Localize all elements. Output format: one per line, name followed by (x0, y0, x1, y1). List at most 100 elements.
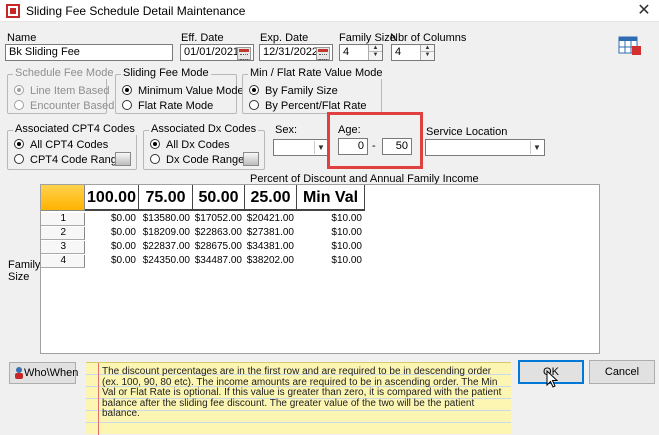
user-history-icon (15, 367, 23, 379)
table-cell[interactable]: $28675.00 (193, 241, 245, 254)
name-label: Name (7, 32, 37, 44)
radio-icon (150, 139, 160, 149)
table-cell[interactable]: $17052.00 (193, 213, 245, 226)
service-location-dropdown[interactable]: ▼ (425, 139, 545, 156)
calendar-grid-icon[interactable] (618, 34, 642, 56)
radio-line-item-based[interactable]: Line Item Based (14, 85, 110, 97)
table-cell[interactable]: $0.00 (85, 255, 139, 268)
row-header[interactable]: 2 (41, 227, 85, 240)
exp-date-input[interactable]: 12/31/2022 (259, 44, 333, 61)
row-header[interactable]: 3 (41, 241, 85, 254)
radio-by-percent-flat-rate[interactable]: By Percent/Flat Rate (249, 100, 367, 112)
table-cell[interactable]: $27381.00 (245, 227, 297, 240)
nbr-columns-stepper[interactable]: 4 ▲ ▼ (391, 44, 435, 61)
radio-cpt4-code-range[interactable]: CPT4 Code Range (14, 154, 123, 166)
radio-all-cpt4-codes[interactable]: All CPT4 Codes (14, 139, 108, 151)
exp-date-calendar-icon[interactable] (316, 47, 330, 60)
sex-dropdown[interactable]: ▼ (273, 139, 329, 156)
spin-up-icon[interactable]: ▲ (369, 45, 382, 52)
table-cell[interactable]: $34381.00 (245, 241, 297, 254)
sliding-fee-mode-title: Sliding Fee Mode (121, 67, 211, 79)
table-cell[interactable]: $10.00 (297, 213, 365, 226)
dx-codes-group: Associated Dx Codes All Dx Codes Dx Code… (143, 123, 265, 170)
radio-all-dx-codes[interactable]: All Dx Codes (150, 139, 230, 151)
who-when-button[interactable]: Who\When (9, 362, 78, 384)
row-header[interactable]: 4 (41, 255, 85, 268)
table-cell[interactable]: $10.00 (297, 227, 365, 240)
exp-date-label: Exp. Date (260, 32, 309, 44)
table-cell[interactable]: $22863.00 (193, 227, 245, 240)
table-cell[interactable]: $38202.00 (245, 255, 297, 268)
eff-date-calendar-icon[interactable] (237, 47, 251, 60)
name-input[interactable]: Bk Sliding Fee (5, 44, 173, 61)
row-header[interactable]: 1 (41, 213, 85, 226)
table-cell[interactable]: $24350.00 (139, 255, 193, 268)
radio-icon (249, 85, 259, 95)
radio-icon (14, 85, 24, 95)
spin-down-icon[interactable]: ▼ (421, 52, 434, 59)
radio-icon (122, 100, 132, 110)
title-bar: Sliding Fee Schedule Detail Maintenance … (0, 0, 659, 22)
table-cell[interactable]: $10.00 (297, 241, 365, 254)
family-size-value: 4 (343, 46, 350, 58)
cancel-button[interactable]: Cancel (589, 360, 655, 384)
family-size-spin[interactable]: ▲ ▼ (368, 45, 382, 60)
radio-by-family-size[interactable]: By Family Size (249, 85, 338, 97)
radio-minimum-value-mode[interactable]: Minimum Value Mode (122, 85, 244, 97)
eff-date-value: 01/01/2021 (184, 46, 240, 58)
grid-corner (41, 185, 85, 211)
fee-grid[interactable]: 100.00 75.00 50.00 25.00 Min Val 1 $0.00… (40, 184, 600, 354)
eff-date-label: Eff. Date (181, 32, 224, 44)
family-size-label: Family Size (339, 32, 396, 44)
schedule-fee-mode-title: Schedule Fee Mode (13, 67, 116, 79)
nbr-columns-spin[interactable]: ▲ ▼ (420, 45, 434, 60)
spin-up-icon[interactable]: ▲ (421, 45, 434, 52)
family-size-stepper[interactable]: 4 ▲ ▼ (339, 44, 383, 61)
app-icon (6, 4, 20, 18)
radio-icon (249, 100, 259, 110)
exp-date-value: 12/31/2022 (263, 46, 319, 58)
column-header[interactable]: 75.00 (139, 185, 193, 211)
table-cell[interactable]: $34487.00 (193, 255, 245, 268)
radio-dx-code-range[interactable]: Dx Code Range (150, 154, 244, 166)
min-flat-rate-mode-group: Min / Flat Rate Value Mode By Family Siz… (242, 67, 385, 114)
sex-label: Sex: (275, 124, 298, 136)
column-header[interactable]: Min Val (297, 185, 365, 211)
radio-icon (14, 139, 24, 149)
table-cell[interactable]: $20421.00 (245, 213, 297, 226)
radio-icon (14, 154, 24, 164)
cpt4-range-lookup-button[interactable] (115, 152, 131, 166)
table-cell[interactable]: $18209.00 (139, 227, 193, 240)
schedule-fee-mode-group: Schedule Fee Mode Line Item Based Encoun… (7, 67, 116, 114)
help-note-text: The discount percentages are in the firs… (102, 366, 502, 419)
column-header[interactable]: 50.00 (193, 185, 245, 211)
close-button[interactable]: ✕ (632, 1, 656, 21)
nbr-columns-value: 4 (395, 46, 402, 58)
spin-down-icon[interactable]: ▼ (369, 52, 382, 59)
table-cell[interactable]: $13580.00 (139, 213, 193, 226)
radio-flat-rate-mode[interactable]: Flat Rate Mode (122, 100, 213, 112)
eff-date-input[interactable]: 01/01/2021 (180, 44, 254, 61)
min-flat-rate-mode-title: Min / Flat Rate Value Mode (248, 67, 385, 79)
radio-encounter-based[interactable]: Encounter Based (14, 100, 114, 112)
close-icon: ✕ (637, 2, 651, 19)
service-location-label: Service Location (426, 126, 508, 138)
table-cell[interactable]: $10.00 (297, 255, 365, 268)
chevron-down-icon[interactable]: ▼ (314, 141, 327, 154)
radio-icon (122, 85, 132, 95)
table-cell[interactable]: $22837.00 (139, 241, 193, 254)
dx-range-lookup-button[interactable] (243, 152, 259, 166)
nbr-columns-label: Nbr of Columns (390, 32, 467, 44)
chevron-down-icon[interactable]: ▼ (530, 141, 543, 154)
table-cell[interactable]: $0.00 (85, 213, 139, 226)
table-cell[interactable]: $0.00 (85, 241, 139, 254)
sliding-fee-mode-group: Sliding Fee Mode Minimum Value Mode Flat… (115, 67, 244, 114)
help-note: The discount percentages are in the firs… (86, 362, 511, 435)
column-header[interactable]: 25.00 (245, 185, 297, 211)
column-header[interactable]: 100.00 (85, 185, 139, 211)
note-margin-line (98, 363, 99, 435)
table-cell[interactable]: $0.00 (85, 227, 139, 240)
dx-codes-title: Associated Dx Codes (149, 123, 259, 135)
cpt4-codes-title: Associated CPT4 Codes (13, 123, 137, 135)
radio-icon (14, 100, 24, 110)
